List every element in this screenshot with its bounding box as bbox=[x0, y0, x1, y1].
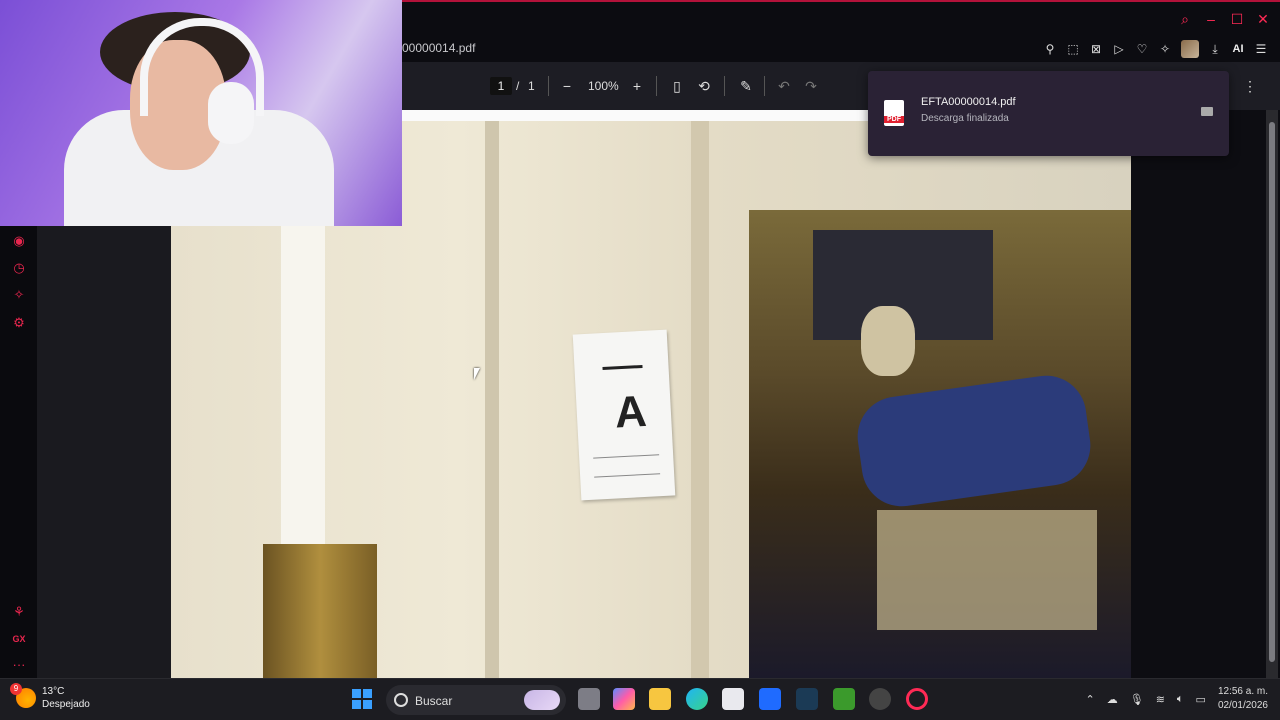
mods-icon[interactable]: ⚘ bbox=[12, 605, 26, 619]
ai-button[interactable]: AI bbox=[1231, 42, 1245, 56]
microphone-icon[interactable]: 🎙︎ bbox=[1130, 693, 1144, 706]
adblock-icon[interactable]: ⊠ bbox=[1089, 42, 1103, 56]
minecraft-icon[interactable] bbox=[833, 688, 855, 710]
download-toast[interactable]: PDF EFTA00000014.pdf Descarga finalizada bbox=[868, 71, 1229, 156]
heart-icon[interactable]: ♡ bbox=[1135, 42, 1149, 56]
zoom-level[interactable]: 100% bbox=[588, 79, 619, 93]
search-icon[interactable]: ⌕ bbox=[1178, 12, 1192, 26]
weather-icon: 9 bbox=[10, 683, 36, 708]
sign-table bbox=[593, 454, 661, 478]
painting-figure-head bbox=[861, 306, 915, 376]
redo-icon[interactable]: ↷ bbox=[802, 77, 820, 95]
download-filename[interactable]: EFTA00000014.pdf bbox=[921, 96, 1016, 108]
pdf-file-icon: PDF bbox=[884, 100, 904, 126]
search-icon bbox=[394, 693, 408, 707]
fit-page-icon[interactable]: ▯ bbox=[668, 77, 686, 95]
weather-widget[interactable]: 9 13°C Despejado bbox=[10, 683, 90, 711]
page-total: 1 bbox=[528, 79, 535, 93]
door-hinge bbox=[263, 544, 377, 678]
rotate-icon[interactable]: ⟲ bbox=[695, 77, 713, 95]
maximize-button[interactable]: ☐ bbox=[1230, 12, 1244, 26]
scrollbar-thumb[interactable] bbox=[1269, 122, 1275, 662]
dropbox-icon[interactable] bbox=[759, 688, 781, 710]
toolbar-divider bbox=[656, 76, 657, 96]
toolbar-divider bbox=[548, 76, 549, 96]
extensions-sidebar-icon[interactable]: ✧ bbox=[12, 288, 26, 302]
clock-time: 12:56 a. m. bbox=[1217, 686, 1268, 697]
download-icon[interactable]: ⤓ bbox=[1208, 42, 1222, 56]
file-explorer-icon[interactable] bbox=[649, 688, 671, 710]
player-icon[interactable]: ▷ bbox=[1112, 42, 1126, 56]
download-status: Descarga finalizada bbox=[921, 113, 1009, 124]
tab-title[interactable]: 00000014.pdf bbox=[402, 41, 475, 55]
door-frame bbox=[485, 121, 499, 678]
weather-temp: 13°C bbox=[42, 686, 65, 697]
browser-sidebar: ◉ ◷ ✧ ⚙ ⚘ GX ··· bbox=[0, 226, 37, 678]
steam-icon[interactable] bbox=[869, 688, 891, 710]
door-frame bbox=[691, 121, 709, 678]
zoom-out-button[interactable]: − bbox=[558, 77, 576, 95]
extensions-icon[interactable]: ✧ bbox=[1158, 42, 1172, 56]
webcam-overlay bbox=[0, 0, 402, 226]
history-icon[interactable]: ◷ bbox=[12, 261, 26, 275]
network-status-icon[interactable]: ☁ bbox=[1107, 693, 1118, 706]
minimize-button[interactable]: – bbox=[1204, 12, 1218, 26]
browser-toolbar: ⚲ ⬚ ⊠ ▷ ♡ ✧ ⤓ AI ☰ bbox=[1043, 40, 1268, 58]
battery-icon[interactable]: ▭ bbox=[1196, 693, 1206, 706]
evidence-sign: A bbox=[572, 329, 676, 501]
search-label: Buscar bbox=[415, 694, 453, 708]
sign-letter: A bbox=[613, 386, 648, 438]
settings-icon[interactable]: ⚙ bbox=[12, 316, 26, 330]
weather-desc: Despejado bbox=[42, 699, 90, 710]
search-highlight-icon bbox=[524, 690, 560, 710]
undo-icon[interactable]: ↶ bbox=[775, 77, 793, 95]
snapshot-icon[interactable]: ⬚ bbox=[1066, 42, 1080, 56]
clock-date: 02/01/2026 bbox=[1217, 700, 1268, 711]
wifi-icon[interactable]: ≋ bbox=[1156, 693, 1165, 706]
folder-icon[interactable] bbox=[1201, 107, 1213, 116]
mouse-cursor bbox=[474, 368, 480, 380]
painting-figure bbox=[852, 370, 1096, 512]
chevron-up-icon[interactable]: ⌃ bbox=[1086, 693, 1095, 706]
gx-label[interactable]: GX bbox=[12, 632, 26, 646]
store-icon[interactable] bbox=[722, 688, 744, 710]
zoom-in-button[interactable]: + bbox=[628, 77, 646, 95]
profile-avatar[interactable] bbox=[1181, 40, 1199, 58]
menu-icon[interactable]: ☰ bbox=[1254, 42, 1268, 56]
page-separator: / bbox=[516, 79, 520, 93]
system-tray: ⌃ ☁ 🎙︎ ≋ 🔈︎ ▭ 12:56 a. m. 02/01/2026 bbox=[1086, 685, 1268, 713]
close-button[interactable]: ✕ bbox=[1256, 12, 1270, 26]
annotate-icon[interactable]: ✎ bbox=[737, 77, 755, 95]
clock[interactable]: 12:56 a. m. 02/01/2026 bbox=[1218, 685, 1268, 713]
sign-bar bbox=[602, 364, 643, 371]
window-controls: ⌕ – ☐ ✕ bbox=[1178, 12, 1270, 26]
task-view-icon[interactable] bbox=[578, 688, 600, 710]
copilot-icon[interactable] bbox=[613, 688, 635, 710]
edge-icon[interactable] bbox=[686, 688, 708, 710]
opera-gx-icon[interactable] bbox=[906, 688, 928, 710]
more-options-icon[interactable]: ⋮ bbox=[1243, 78, 1257, 94]
painting bbox=[749, 210, 1131, 678]
weather-badge: 9 bbox=[10, 683, 22, 695]
left-panel bbox=[37, 226, 171, 678]
toolbar-divider bbox=[764, 76, 765, 96]
app-icon[interactable] bbox=[796, 688, 818, 710]
taskbar-search[interactable]: Buscar bbox=[386, 685, 566, 715]
player-sidebar-icon[interactable]: ◉ bbox=[12, 234, 26, 248]
painting-chair bbox=[877, 510, 1097, 630]
pin-icon[interactable]: ⚲ bbox=[1043, 42, 1057, 56]
start-button[interactable] bbox=[352, 689, 372, 709]
page-number-input[interactable]: 1 bbox=[490, 77, 512, 95]
volume-icon[interactable]: 🔈︎ bbox=[1177, 693, 1184, 706]
pdf-icon-label: PDF bbox=[884, 116, 904, 123]
toolbar-divider bbox=[724, 76, 725, 96]
taskbar: 9 13°C Despejado Buscar ⌃ ☁ 🎙︎ ≋ 🔈︎ ▭ 12… bbox=[0, 678, 1280, 720]
headphones-cup bbox=[208, 82, 254, 144]
more-icon[interactable]: ··· bbox=[12, 658, 26, 672]
scrollbar[interactable] bbox=[1266, 110, 1278, 678]
